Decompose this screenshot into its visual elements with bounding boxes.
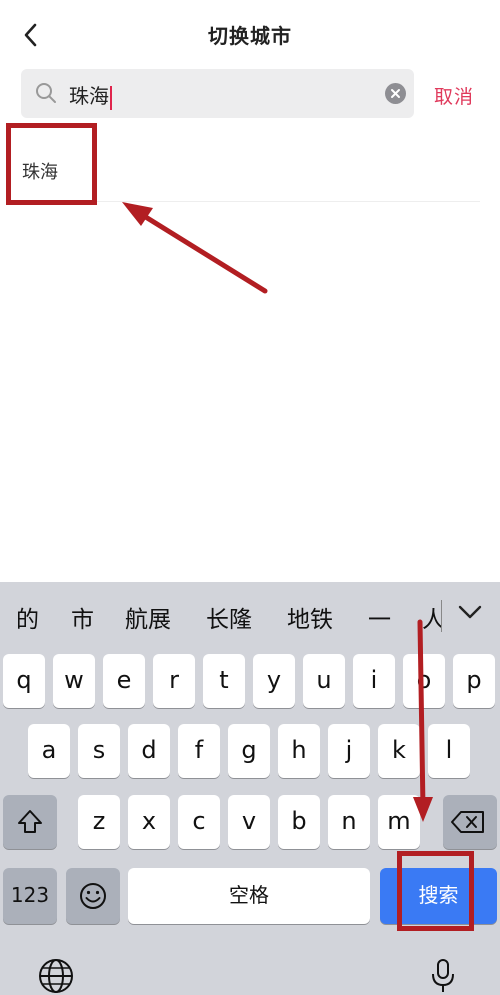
arrow-head xyxy=(122,202,153,226)
arrow-line xyxy=(133,208,268,294)
annotation-arrows xyxy=(122,202,433,822)
arrow-line xyxy=(417,619,426,811)
arrow-head xyxy=(413,797,433,822)
